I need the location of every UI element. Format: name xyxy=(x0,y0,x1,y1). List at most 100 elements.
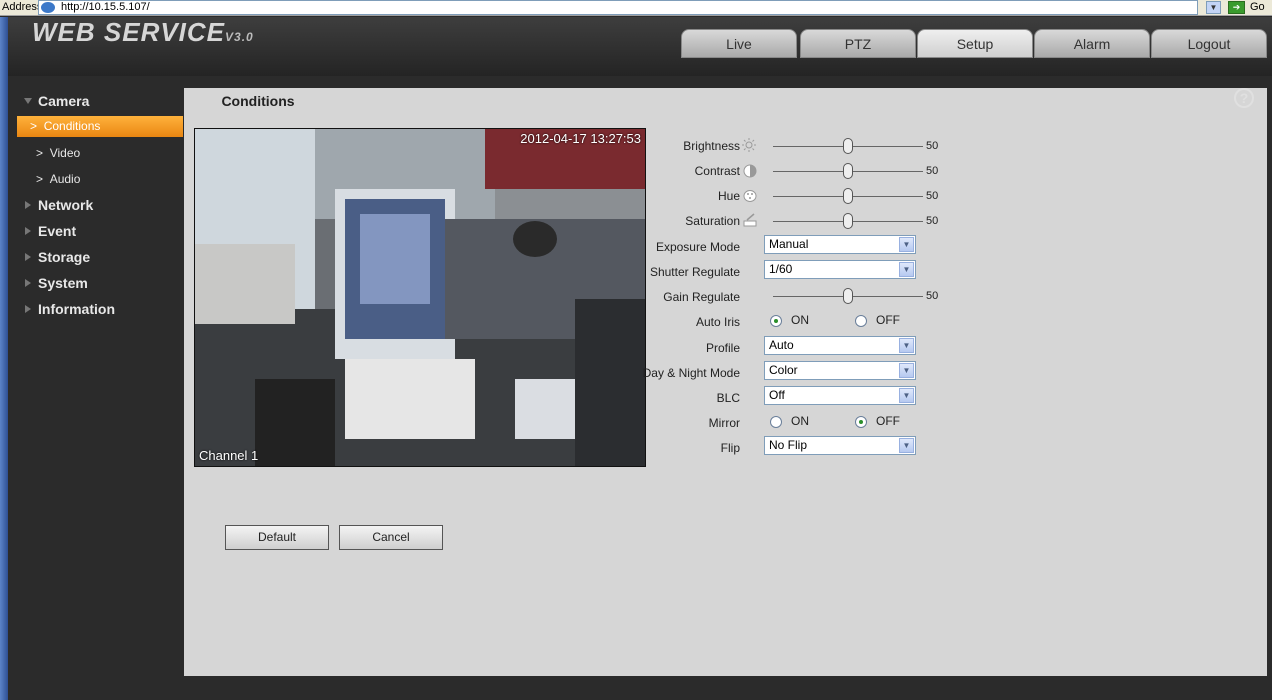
hue-label: Hue xyxy=(717,189,740,203)
flip-value: No Flip xyxy=(769,438,808,452)
contrast-label: Contrast xyxy=(694,164,740,178)
gain-value: 50 xyxy=(926,290,939,302)
blc-label: BLC xyxy=(716,391,740,405)
auto-iris-on-label: ON xyxy=(791,313,809,327)
brightness-slider-handle[interactable] xyxy=(843,138,853,154)
sidebar-item-video[interactable]: > Video xyxy=(36,146,80,160)
chevron-down-icon[interactable]: ▼ xyxy=(899,363,914,378)
tab-ptz[interactable]: PTZ xyxy=(800,29,916,58)
expand-right-icon xyxy=(25,253,31,261)
ie-page-icon xyxy=(41,2,55,13)
day-night-mode-select[interactable]: Color ▼ xyxy=(764,361,916,380)
brightness-label: Brightness xyxy=(683,139,740,153)
day-night-mode-label: Day & Night Mode xyxy=(642,366,740,380)
saturation-icon xyxy=(743,213,757,227)
address-dropdown-button[interactable]: ▼ xyxy=(1206,1,1221,14)
expand-right-icon xyxy=(25,227,31,235)
tab-alarm[interactable]: Alarm xyxy=(1034,29,1150,58)
go-arrow-icon[interactable]: ➔ xyxy=(1228,1,1245,14)
cancel-button[interactable]: Cancel xyxy=(339,525,443,550)
blc-value: Off xyxy=(769,388,785,402)
sidebar-group-camera[interactable]: Camera xyxy=(38,93,89,109)
chevron-down-icon[interactable]: ▼ xyxy=(899,338,914,353)
default-button[interactable]: Default xyxy=(225,525,329,550)
auto-iris-off-label: OFF xyxy=(876,313,900,327)
mirror-on-radio[interactable] xyxy=(770,416,782,428)
exposure-mode-value: Manual xyxy=(769,237,809,251)
exposure-mode-label: Exposure Mode xyxy=(655,240,740,254)
blc-select[interactable]: Off ▼ xyxy=(764,386,916,405)
tab-setup-label: Setup xyxy=(956,36,994,52)
tab-conditions[interactable]: Conditions xyxy=(185,88,331,115)
hue-slider-handle[interactable] xyxy=(843,188,853,204)
go-label[interactable]: Go xyxy=(1250,0,1265,14)
help-icon[interactable]: ? xyxy=(1234,88,1254,108)
flip-label: Flip xyxy=(720,441,740,455)
chevron-down-icon[interactable]: ▼ xyxy=(899,237,914,252)
chevron-right-icon: > xyxy=(36,172,44,186)
video-preview: 2012-04-17 13:27:53 Channel 1 xyxy=(194,128,646,467)
hue-value: 50 xyxy=(926,190,939,202)
gain-slider-handle[interactable] xyxy=(843,288,853,304)
contrast-slider-handle[interactable] xyxy=(843,163,853,179)
auto-iris-label: Auto Iris xyxy=(695,315,740,329)
tab-ptz-label: PTZ xyxy=(844,36,872,52)
logo-version: V3.0 xyxy=(225,30,254,44)
profile-select[interactable]: Auto ▼ xyxy=(764,336,916,355)
address-url: http://10.15.5.107/ xyxy=(61,1,150,13)
chevron-right-icon: > xyxy=(30,119,38,133)
mirror-label: Mirror xyxy=(708,416,740,430)
contrast-value: 50 xyxy=(926,165,939,177)
saturation-slider-handle[interactable] xyxy=(843,213,853,229)
chevron-down-icon[interactable]: ▼ xyxy=(899,438,914,453)
expand-down-icon xyxy=(24,98,32,104)
mirror-on-label: ON xyxy=(791,414,809,428)
tab-live[interactable]: Live xyxy=(681,29,797,58)
tab-setup[interactable]: Setup xyxy=(917,29,1033,58)
chevron-right-icon: > xyxy=(36,146,44,160)
mirror-off-radio[interactable] xyxy=(855,416,867,428)
auto-iris-off-radio[interactable] xyxy=(855,315,867,327)
shutter-regulate-value: 1/60 xyxy=(769,262,793,276)
app-logo: WEB SERVICEV3.0 xyxy=(32,17,254,48)
expand-right-icon xyxy=(25,279,31,287)
window-left-edge xyxy=(0,17,8,700)
gain-regulate-label: Gain Regulate xyxy=(663,290,740,304)
auto-iris-on-radio[interactable] xyxy=(770,315,782,327)
expand-right-icon xyxy=(25,201,31,209)
brightness-icon xyxy=(742,138,756,152)
sidebar-item-conditions[interactable]: > Conditions xyxy=(17,116,183,137)
day-night-mode-value: Color xyxy=(769,363,798,377)
sidebar-group-information[interactable]: Information xyxy=(38,301,115,317)
tab-live-label: Live xyxy=(726,36,752,52)
browser-address-bar: Address http://10.15.5.107/ ▼ ➔ Go xyxy=(0,0,1272,16)
exposure-mode-select[interactable]: Manual ▼ xyxy=(764,235,916,254)
tab-logout-label: Logout xyxy=(1187,36,1231,52)
chevron-down-icon[interactable]: ▼ xyxy=(899,262,914,277)
contrast-icon xyxy=(743,164,757,178)
camera-scene-image xyxy=(195,129,645,466)
saturation-label: Saturation xyxy=(685,214,740,228)
saturation-value: 50 xyxy=(926,215,939,227)
flip-select[interactable]: No Flip ▼ xyxy=(764,436,916,455)
sidebar-item-label: Audio xyxy=(49,172,81,186)
address-label: Address xyxy=(2,1,43,13)
sidebar-item-label: Video xyxy=(49,146,81,160)
sidebar-group-system[interactable]: System xyxy=(38,275,88,291)
profile-value: Auto xyxy=(769,338,794,352)
sidebar-item-audio[interactable]: > Audio xyxy=(36,172,80,186)
tab-alarm-label: Alarm xyxy=(1073,36,1111,52)
profile-label: Profile xyxy=(705,341,740,355)
chevron-down-icon[interactable]: ▼ xyxy=(899,388,914,403)
shutter-regulate-select[interactable]: 1/60 ▼ xyxy=(764,260,916,279)
logo-text: WEB SERVICE xyxy=(32,17,226,47)
tab-logout[interactable]: Logout xyxy=(1151,29,1267,58)
sidebar-group-storage[interactable]: Storage xyxy=(38,249,90,265)
sidebar-item-label: Conditions xyxy=(43,119,101,133)
sidebar-group-network[interactable]: Network xyxy=(38,197,93,213)
mirror-off-label: OFF xyxy=(876,414,900,428)
address-input[interactable]: http://10.15.5.107/ xyxy=(38,0,1198,15)
sidebar-group-event[interactable]: Event xyxy=(38,223,76,239)
video-channel-label: Channel 1 xyxy=(199,448,259,463)
expand-right-icon xyxy=(25,305,31,313)
